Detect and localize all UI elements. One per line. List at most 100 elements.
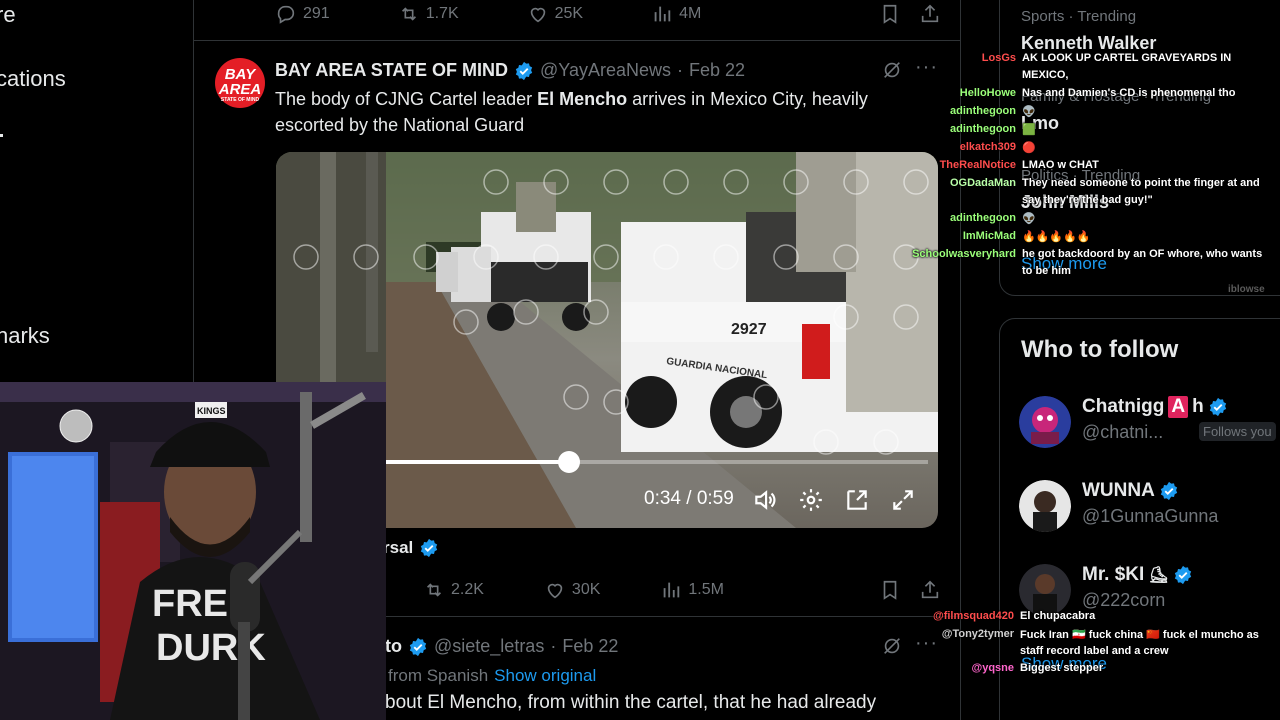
grok-icon[interactable] <box>881 635 903 657</box>
chat-message: 👽 <box>1022 213 1036 225</box>
bookmark-icon[interactable] <box>879 3 901 25</box>
chat-message: Nas and Damien's CD is phenomenal tho <box>1022 87 1236 99</box>
media-attribution[interactable]: rsal <box>383 538 439 558</box>
trend-category: Sports · Trending <box>1021 8 1137 25</box>
chat-message: Fuck Iran 🇮🇷 fuck china 🇨🇳 fuck el munch… <box>1020 629 1259 641</box>
tweet-text-bold: El Mencho <box>537 89 628 109</box>
analytics-icon <box>664 582 680 598</box>
tweet-actions: 2.2K 30K 1.5M <box>423 576 941 604</box>
translation-note: from Spanish Show original <box>388 666 596 686</box>
grok-icon[interactable] <box>881 59 903 81</box>
chat-username: TheRealNotice <box>939 159 1016 171</box>
views-button[interactable]: 1.5M <box>660 579 724 601</box>
settings-gear-icon[interactable] <box>798 487 824 513</box>
reply-count: 291 <box>303 5 330 22</box>
repost-count: 2.2K <box>451 581 484 598</box>
trend-name[interactable]: Kenneth Walker <box>1021 33 1156 54</box>
stream-watermark: iblowse <box>1228 284 1265 295</box>
chat-message: he got backdoord by an OF whore, who wan… <box>1022 248 1263 260</box>
chat-message-continued: MEXICO, <box>1022 69 1069 81</box>
suggestion-handle: @1GunnaGunna <box>1082 506 1219 526</box>
share-icon[interactable] <box>919 3 941 25</box>
chat-username: adinthegoon <box>950 212 1016 224</box>
chat-message: 🟩 <box>1022 124 1036 136</box>
avatar <box>1019 396 1071 448</box>
avatar[interactable]: BAY AREA STATE OF MIND <box>215 58 265 108</box>
follow-suggestion[interactable]: WUNNA @1GunnaGunna <box>1019 480 1279 536</box>
reply-icon <box>277 5 295 24</box>
suggestion-name-badge: A <box>1168 396 1189 418</box>
chat-message-continued: say they're the bad guy!" <box>1022 194 1153 206</box>
suggestion-name-text: Mr. $KI <box>1082 564 1145 585</box>
author-handle[interactable]: @YayAreaNews <box>540 60 671 81</box>
show-original-link[interactable]: Show original <box>494 666 596 685</box>
avatar-subtext: STATE OF MIND <box>220 97 260 103</box>
tweet-text: bout El Mencho, from within the cartel, … <box>385 692 877 713</box>
author-handle[interactable]: @siete_letras <box>434 636 544 657</box>
chat-message: AK LOOK UP CARTEL GRAVEYARDS IN <box>1022 52 1232 64</box>
share-icon[interactable] <box>919 579 941 601</box>
volume-icon[interactable] <box>752 487 778 513</box>
chat-username: ImMicMad <box>962 230 1016 242</box>
repost-icon <box>401 7 416 21</box>
avatar <box>1019 480 1071 532</box>
views-button[interactable]: 4M <box>651 3 701 25</box>
reply-button[interactable]: 291 <box>275 3 330 25</box>
skate-icon: ⛸ <box>1148 567 1169 584</box>
author-name[interactable]: BAY AREA STATE OF MIND <box>275 60 508 81</box>
nav-item-notifications[interactable]: cations <box>0 66 66 92</box>
bookmark-icon[interactable] <box>879 579 901 601</box>
video-timestamp: 0:34 / 0:59 <box>644 488 734 509</box>
heart-icon <box>547 583 563 599</box>
chat-message: LMAO w CHAT <box>1022 159 1099 171</box>
chat-username: LosGs <box>981 52 1016 64</box>
webcam-scene: KINGS FREE DURK <box>0 382 386 720</box>
verified-badge-icon <box>515 61 533 80</box>
nav-item-explore[interactable]: re <box>0 2 16 28</box>
suggestion-name: Chatnigg Ah <box>1082 396 1228 418</box>
fullscreen-icon[interactable] <box>890 487 916 513</box>
avatar-text: BAY AREA <box>218 66 262 98</box>
repost-button[interactable]: 2.2K <box>423 579 484 601</box>
chat-username: @Tony2tymer <box>941 628 1014 640</box>
verified-badge-icon <box>1174 565 1191 585</box>
verified-badge-icon <box>421 538 438 558</box>
view-count: 4M <box>679 5 702 22</box>
verified-badge-icon <box>409 637 427 656</box>
verified-badge-icon <box>1160 481 1177 501</box>
repost-icon <box>426 583 442 597</box>
author-name[interactable]: to <box>385 636 402 657</box>
picture-in-picture-icon[interactable] <box>844 487 870 513</box>
tweet-text: The body of CJNG Cartel leader El Mencho… <box>275 86 925 138</box>
chat-message: El chupacabra <box>1020 610 1096 622</box>
nav-marker <box>0 134 3 137</box>
more-options-icon[interactable]: ··· <box>915 632 938 655</box>
chat-message: 🔴 <box>1022 142 1036 154</box>
like-button[interactable]: 25K <box>527 3 583 25</box>
tweet-date[interactable]: Feb 22 <box>689 60 745 81</box>
truck-number: 2927 <box>731 321 767 338</box>
follows-you-badge: Follows you <box>1199 422 1276 441</box>
view-count: 1.5M <box>688 581 724 598</box>
chat-username: Schoolwasveryhard <box>912 248 1016 260</box>
suggestion-handle: @222corn <box>1082 590 1166 610</box>
analytics-icon <box>654 6 671 22</box>
tweet-actions: 291 1.7K 25K 4M <box>275 0 941 28</box>
separator-dot: · <box>677 60 683 80</box>
chat-message-continued: to be him <box>1022 265 1071 277</box>
like-count: 30K <box>571 581 601 598</box>
more-options-icon[interactable]: ··· <box>915 56 938 79</box>
suggestion-name-text: WUNNA <box>1082 480 1155 501</box>
heart-icon <box>530 7 545 23</box>
repost-button[interactable]: 1.7K <box>398 3 459 25</box>
nav-item-bookmarks[interactable]: narks <box>0 323 50 349</box>
suggestion-name: Mr. $KI ⛸ <box>1082 564 1193 586</box>
chat-message: 👽 <box>1022 106 1036 118</box>
tweet-date[interactable]: Feb 22 <box>562 636 618 657</box>
chat-message: They need someone to point the finger at… <box>1022 177 1260 189</box>
follow-suggestion[interactable]: Chatnigg Ah @chatni... Follows you <box>1019 396 1279 452</box>
tweet-header: to @siete_letras · Feb 22 <box>385 636 618 657</box>
like-button[interactable]: 30K <box>544 579 600 601</box>
separator-dot: · <box>550 636 557 656</box>
chat-username: OGDadaMan <box>949 177 1016 189</box>
